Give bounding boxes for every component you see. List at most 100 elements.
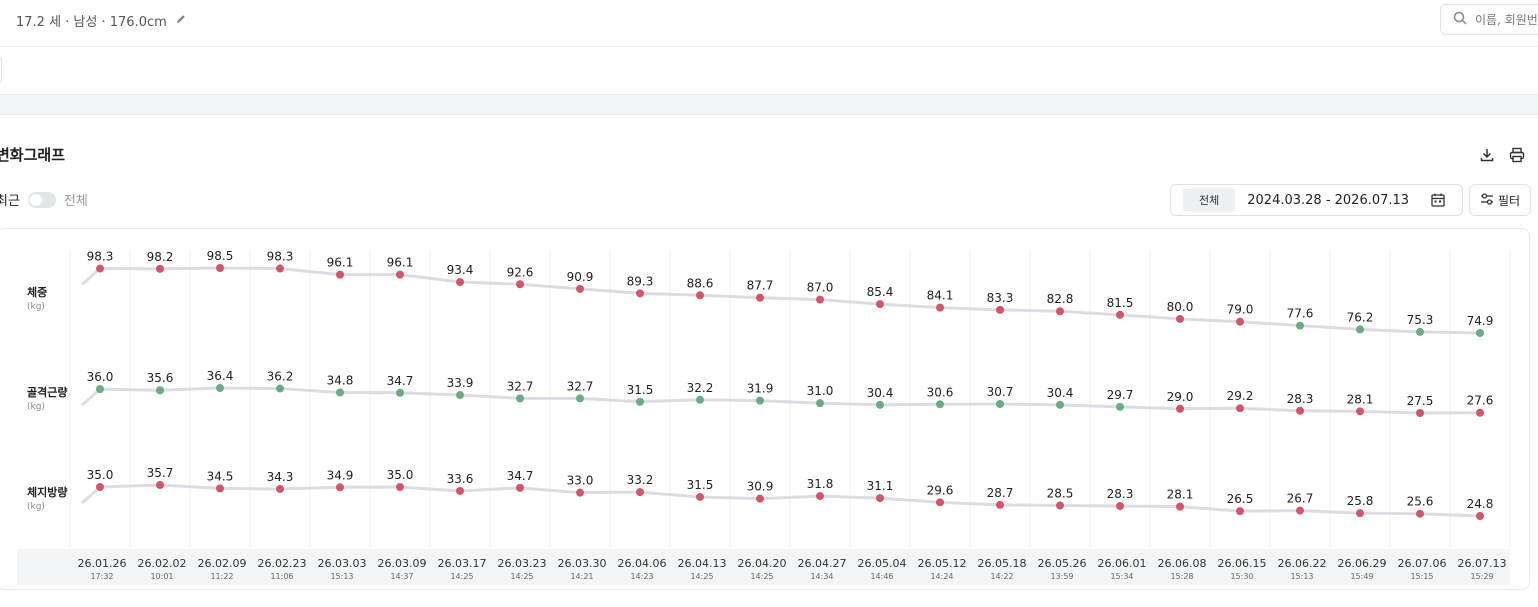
data-point — [396, 388, 404, 397]
data-point — [1236, 317, 1244, 326]
data-label: 31.5 — [627, 383, 654, 397]
x-tick-date: 26.03.30 — [558, 557, 607, 570]
data-label: 34.3 — [267, 470, 294, 484]
data-point — [636, 397, 644, 406]
data-label: 98.2 — [147, 250, 174, 264]
data-label: 30.4 — [867, 386, 894, 400]
data-label: 28.5 — [1047, 486, 1074, 500]
data-point — [576, 284, 584, 293]
data-point — [1476, 329, 1484, 337]
data-point — [1056, 307, 1064, 316]
data-point — [396, 482, 404, 491]
x-tick-time: 14:25 — [450, 572, 473, 581]
x-tick-time: 14:25 — [510, 572, 533, 581]
x-tick-time: 13:59 — [1050, 572, 1073, 581]
data-label: 34.9 — [327, 468, 354, 482]
data-point — [756, 396, 764, 405]
data-label: 33.9 — [447, 376, 474, 390]
data-point — [696, 395, 704, 404]
x-tick-time: 14:46 — [870, 572, 893, 581]
data-label: 93.4 — [447, 263, 474, 277]
data-point — [636, 488, 644, 497]
data-point — [1416, 409, 1424, 417]
x-tick-date: 26.04.27 — [798, 557, 847, 570]
data-label: 27.6 — [1467, 394, 1494, 408]
data-point — [936, 303, 944, 312]
data-label: 90.9 — [567, 270, 594, 284]
x-tick-date: 26.05.26 — [1038, 557, 1087, 570]
data-point — [1176, 404, 1184, 413]
data-point — [996, 500, 1004, 509]
data-label: 32.2 — [687, 381, 714, 395]
data-label: 32.7 — [567, 379, 594, 393]
data-label: 75.3 — [1407, 313, 1434, 327]
x-tick-date: 26.02.02 — [138, 557, 187, 570]
data-label: 30.9 — [747, 480, 774, 494]
x-tick-time: 17:32 — [90, 572, 113, 581]
x-tick-date: 26.02.09 — [198, 557, 247, 570]
x-tick-time: 11:22 — [210, 572, 233, 581]
data-label: 83.3 — [987, 291, 1014, 305]
x-tick-time: 14:34 — [810, 572, 833, 581]
data-label: 29.6 — [927, 483, 954, 497]
x-tick-date: 26.03.03 — [318, 557, 367, 570]
x-tick-time: 14:24 — [930, 572, 953, 581]
data-point — [1356, 407, 1364, 416]
x-tick-date: 26.05.18 — [978, 557, 1027, 570]
x-tick-date: 26.06.22 — [1278, 557, 1327, 570]
data-point — [1056, 501, 1064, 510]
data-label: 28.7 — [987, 486, 1014, 500]
data-label: 87.0 — [807, 281, 834, 295]
data-point — [756, 293, 764, 302]
data-label: 31.9 — [747, 382, 774, 396]
x-tick-date: 26.04.13 — [678, 557, 727, 570]
data-point — [156, 386, 164, 395]
x-tick-time: 14:22 — [990, 572, 1013, 581]
x-tick-date: 26.02.23 — [258, 557, 307, 570]
data-label: 82.8 — [1047, 292, 1074, 306]
data-point — [96, 264, 104, 273]
x-tick-date: 26.03.23 — [498, 557, 547, 570]
data-point — [1296, 506, 1304, 515]
data-point — [276, 264, 284, 273]
data-point — [756, 494, 764, 503]
x-tick-time: 15:13 — [1290, 572, 1313, 581]
x-tick-date: 26.07.13 — [1458, 557, 1507, 570]
data-point — [1476, 408, 1484, 417]
data-label: 92.6 — [507, 265, 534, 279]
data-label: 36.0 — [87, 370, 114, 384]
data-label: 33.0 — [567, 474, 594, 488]
data-point — [636, 289, 644, 298]
data-label: 28.1 — [1167, 488, 1194, 502]
data-point — [336, 270, 344, 279]
data-label: 96.1 — [327, 256, 354, 270]
data-point — [876, 300, 884, 309]
x-tick-date: 26.06.15 — [1218, 557, 1267, 570]
x-tick-time: 10:01 — [150, 572, 173, 581]
data-label: 25.6 — [1407, 495, 1434, 509]
x-tick-time: 11:06 — [270, 572, 293, 581]
data-point — [336, 483, 344, 492]
data-point — [1296, 321, 1304, 330]
data-label: 29.7 — [1107, 388, 1134, 402]
data-label: 36.4 — [207, 369, 234, 383]
data-point — [216, 484, 224, 493]
trend-chart: 98.3 98.2 98.5 98.3 96.1 96.1 93.4 92.6 90.9 89.3… — [17, 249, 1511, 585]
data-label: 29.0 — [1167, 390, 1194, 404]
data-point — [1236, 507, 1244, 516]
x-tick-time: 15:34 — [1110, 572, 1133, 581]
data-point — [1056, 400, 1064, 409]
x-tick-date: 26.04.06 — [618, 557, 667, 570]
data-point — [276, 384, 284, 393]
data-label: 26.7 — [1287, 492, 1314, 506]
data-point — [1176, 314, 1184, 323]
data-label: 35.0 — [387, 468, 414, 482]
data-point — [1236, 404, 1244, 413]
data-label: 24.8 — [1467, 497, 1494, 511]
x-tick-time: 14:25 — [690, 572, 713, 581]
data-point — [1116, 402, 1124, 411]
data-point — [936, 400, 944, 409]
x-tick-time: 14:21 — [570, 572, 593, 581]
data-point — [1476, 512, 1484, 520]
data-label: 30.6 — [927, 385, 954, 399]
